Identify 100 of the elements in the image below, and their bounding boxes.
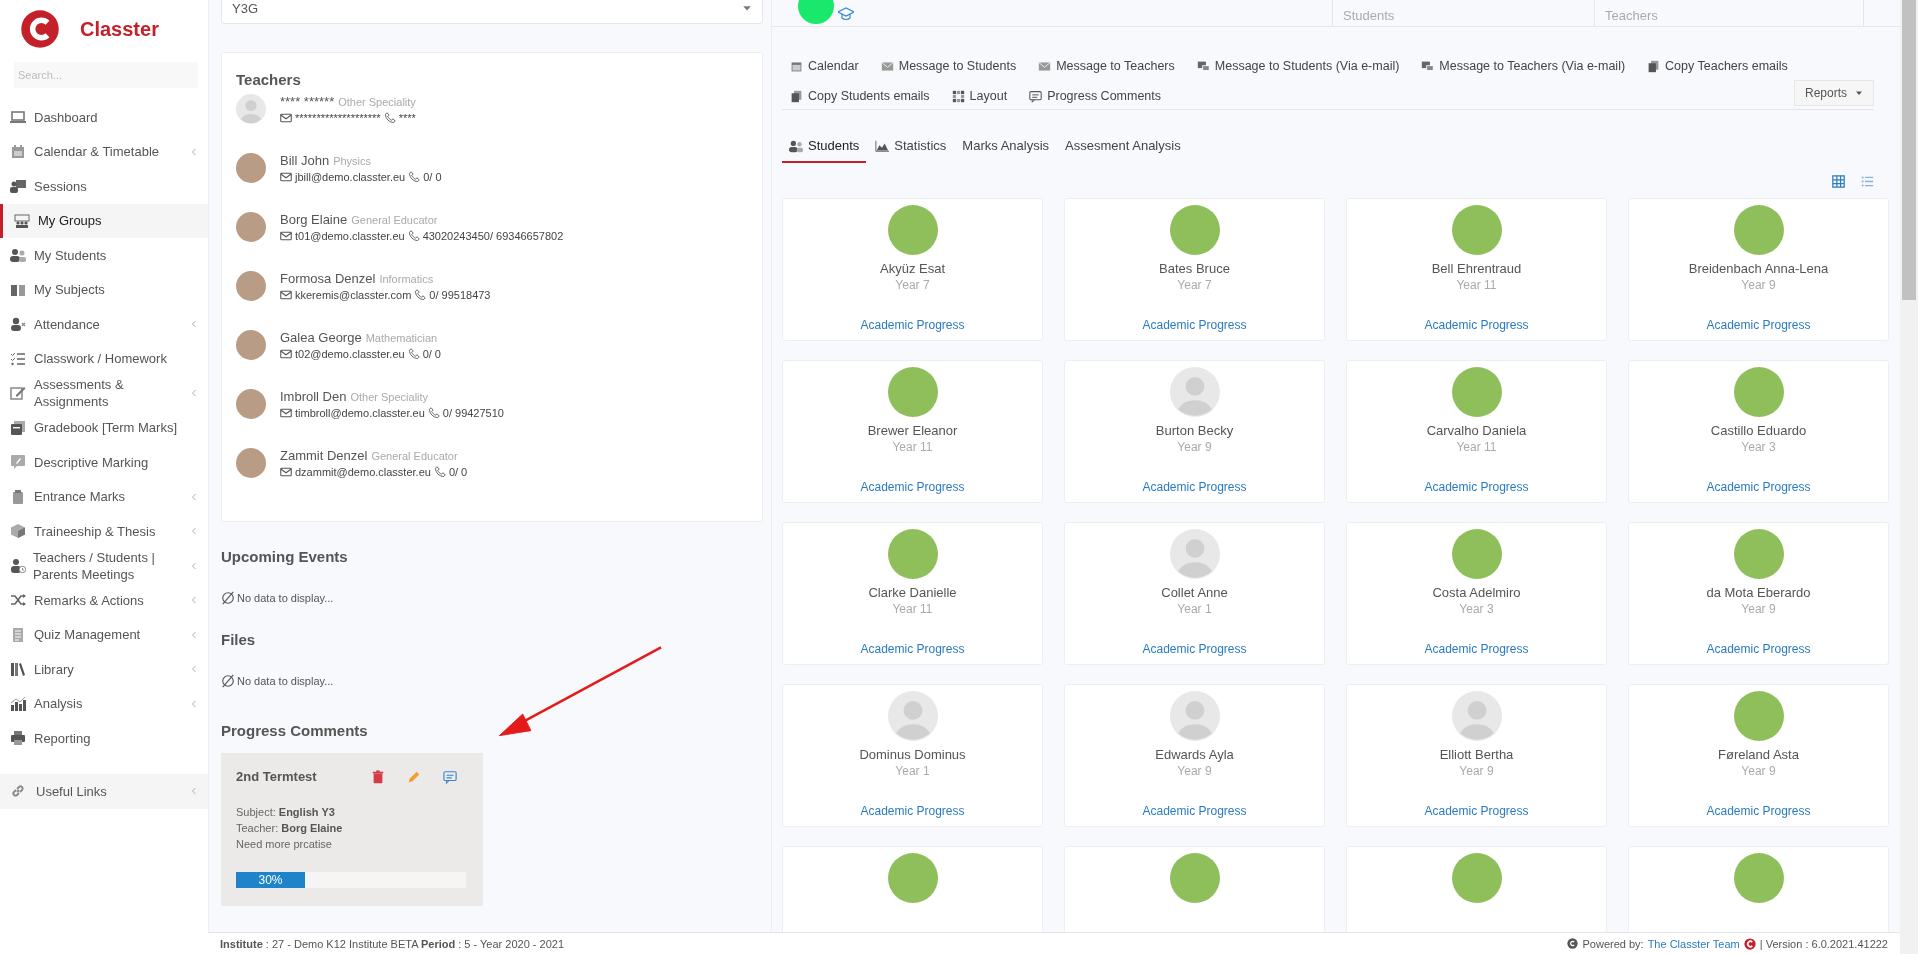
logo-icon [20,9,60,49]
sidebar-item[interactable]: My Groups [0,203,208,238]
toolbar-button[interactable]: Copy Teachers emails [1647,57,1788,75]
teacher-email[interactable]: t01@demo.classter.eu [295,230,405,242]
teacher-speciality: Informatics [379,273,434,285]
sidebar-item[interactable]: Quiz Management [0,617,208,652]
phone-icon [427,407,440,419]
academic-progress-link[interactable]: Academic Progress [860,318,965,332]
student-name: Bates Bruce [1159,261,1230,276]
tab[interactable]: Statistics [868,132,954,163]
academic-progress-link[interactable]: Academic Progress [1142,318,1247,332]
pencil-icon[interactable] [407,769,421,784]
tab[interactable]: Marks Analysis [955,132,1057,163]
presentation-icon [10,178,26,195]
academic-progress-link[interactable]: Academic Progress [860,480,965,494]
search-field[interactable]: Search... [14,62,198,88]
phone-icon [433,466,446,478]
institute-info: Institute : 27 - Demo K12 Institute BETA Period : 5 - Year 2020 - 2021 [220,937,565,950]
section-title: Upcoming Events [221,548,349,565]
sidebar-item[interactable]: Classwork / Homework [0,341,208,376]
trash-icon[interactable] [371,769,385,784]
toolbar-button[interactable]: Layout [951,87,1008,105]
sidebar-item[interactable]: My Subjects [0,272,208,307]
teacher-speciality: Physics [333,155,372,167]
sidebar-item[interactable]: Descriptive Marking [0,445,208,480]
scrollbar[interactable] [1900,0,1918,954]
team-link[interactable]: The Classter Team [1647,937,1740,950]
user-remove-icon [10,316,26,333]
sidebar-item[interactable]: Useful Links [0,773,208,809]
academic-progress-link[interactable]: Academic Progress [1424,318,1529,332]
teacher-email[interactable]: kkeremis@classter.com [295,289,412,301]
sidebar-item[interactable]: Remarks & Actions [0,583,208,618]
books-icon [10,661,26,678]
sidebar-item[interactable]: Assessments & Assignments [0,376,208,411]
teacher-speciality: Other Speciality [338,96,416,108]
teacher-phone: 0/ 99427510 [442,407,504,419]
student-name: Dominus Dominus [859,747,966,762]
student-year: Year 11 [1456,440,1497,454]
reports-dropdown[interactable]: Reports [1793,80,1874,106]
sidebar-item[interactable]: Dashboard [0,100,208,135]
toolbar-button[interactable]: Message to Teachers (Via e-mail) [1421,57,1626,75]
student-name: Castillo Eduardo [1710,423,1807,438]
academic-progress-link[interactable]: Academic Progress [860,642,965,656]
sidebar-item[interactable]: Calendar & Timetable [0,134,208,169]
sidebar-item[interactable]: My Students [0,238,208,273]
group-select[interactable]: Y3G [221,0,763,24]
toolbar-button[interactable]: Message to Students [880,57,1017,75]
teacher-speciality: General Educator [351,214,438,226]
student-year: Year 9 [1177,440,1212,454]
academic-progress-link[interactable]: Academic Progress [1424,642,1529,656]
student-year: Year 1 [1177,602,1212,616]
teacher-email[interactable]: dzammit@demo.classter.eu [295,466,431,478]
sidebar-item[interactable]: Gradebook [Term Marks] [0,410,208,445]
toolbar-button[interactable]: Progress Comments [1029,87,1162,105]
version-label: | Version : 6.0.2021.41222 [1759,937,1888,950]
sidebar-item[interactable]: Teachers / Students | Parents Meetings [0,548,208,583]
sidebar-item[interactable]: Sessions [0,169,208,204]
toolbar-button[interactable]: Message to Teachers [1038,57,1175,75]
academic-progress-link[interactable]: Academic Progress [1706,480,1811,494]
teacher-email[interactable]: ******************** [295,112,381,124]
mail-monitor-icon [1421,59,1435,73]
teacher-speciality: Other Speciality [350,391,429,403]
academic-progress-link[interactable]: Academic Progress [1142,642,1247,656]
sidebar-item[interactable]: Library [0,652,208,687]
sidebar-item[interactable]: Analysis [0,686,208,721]
sidebar-item[interactable]: Entrance Marks [0,479,208,514]
teacher-phone: 0/ 0 [448,466,468,478]
logo-icon [1743,937,1756,950]
tab[interactable]: Assesment Analysis [1058,132,1188,163]
teacher-speciality: Mathematician [365,332,438,344]
phone-icon [407,348,420,360]
sidebar-item[interactable]: Reporting [0,721,208,756]
academic-progress-link[interactable]: Academic Progress [1142,804,1247,818]
teacher-email[interactable]: jbill@demo.classter.eu [295,171,406,183]
academic-progress-link[interactable]: Academic Progress [860,804,965,818]
academic-progress-link[interactable]: Academic Progress [1706,318,1811,332]
toolbar-button[interactable]: Copy Students emails [790,87,930,105]
copy-icon [790,89,803,103]
teacher-phone: 0/ 0 [423,171,442,183]
toolbar-button[interactable]: Calendar [790,57,859,75]
powered-by-label: Powered by: [1582,937,1644,950]
sidebar-item[interactable]: Traineeship & Thesis [0,514,208,549]
academic-progress-link[interactable]: Academic Progress [1706,804,1811,818]
teacher-email[interactable]: timbroll@demo.classter.eu [295,407,425,419]
scrollbar-thumb[interactable] [1902,0,1916,300]
tab[interactable]: Students [782,132,867,163]
envelope-icon [280,407,292,419]
academic-progress-link[interactable]: Academic Progress [1142,480,1247,494]
teacher-email[interactable]: t02@demo.classter.eu [295,348,405,360]
grid-view-icon[interactable] [1832,175,1845,188]
student-name: Burton Becky [1155,423,1234,438]
sidebar-item[interactable]: Attendance [0,307,208,342]
section-title: Progress Comments [221,722,369,739]
academic-progress-link[interactable]: Academic Progress [1706,642,1811,656]
academic-progress-link[interactable]: Academic Progress [1424,804,1529,818]
comment-icon[interactable] [443,769,457,784]
academic-progress-link[interactable]: Academic Progress [1424,480,1529,494]
toolbar-button[interactable]: Message to Students (Via e-mail) [1196,57,1400,75]
list-view-icon[interactable] [1861,175,1874,188]
shuffle-icon [10,592,26,609]
